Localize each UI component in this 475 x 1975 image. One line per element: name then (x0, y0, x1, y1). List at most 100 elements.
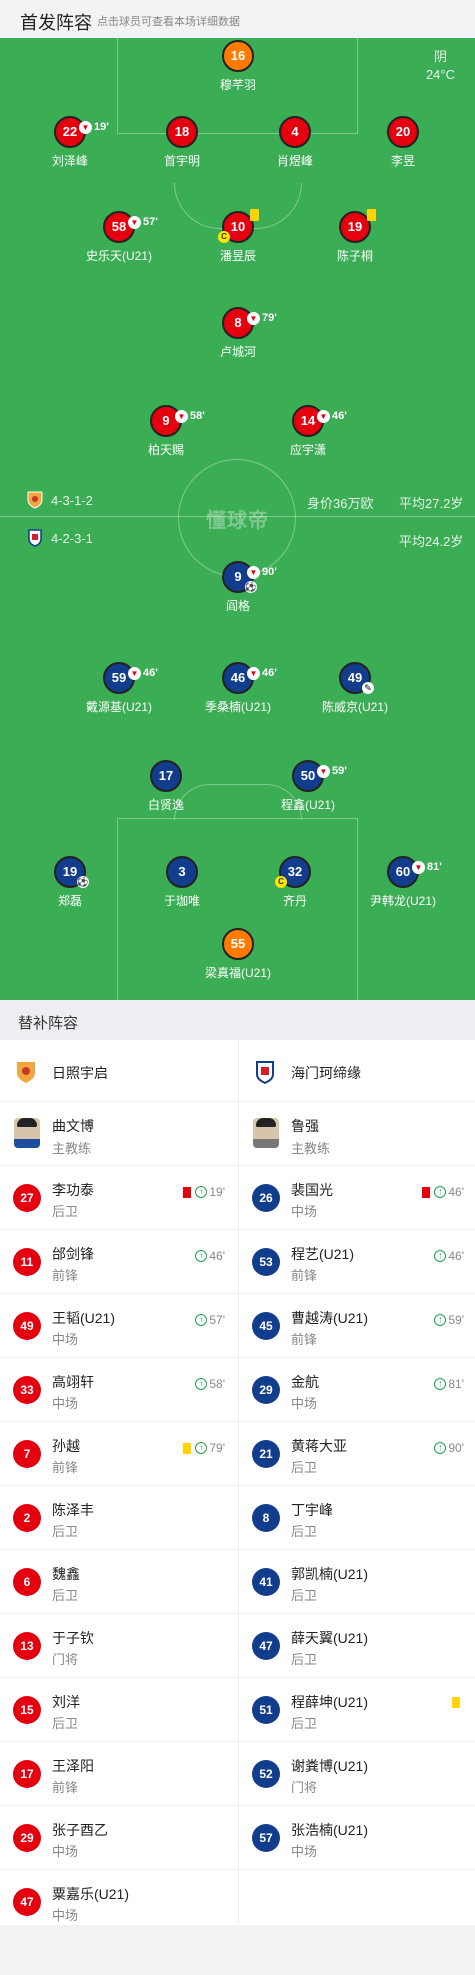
player-name: 季桑楠(U21) (204, 700, 271, 714)
sub-out-icon: ▼ (128, 215, 141, 229)
player-name: 张浩楠(U21) (291, 1822, 369, 1838)
bench-player-row[interactable]: 53 程艺(U21) 前锋 ↑ 46' (239, 1230, 475, 1294)
bench-player-row[interactable]: 13 于子钦 门将 (0, 1614, 237, 1678)
player-events: ↑ 59' (434, 1313, 464, 1327)
player-number: 41 (252, 1568, 280, 1596)
page-subtitle: 点击球员可查看本场详细数据 (97, 16, 240, 28)
pitch-player[interactable]: 14 ▼ 46' 应宇潇 (253, 405, 363, 458)
player-position: 后卫 (52, 1524, 79, 1539)
pitch-player[interactable]: 58 ▼ 57' 史乐天(U21) (64, 211, 174, 264)
bench-player-row[interactable]: 7 孙越 前锋 ↑ 79' (0, 1422, 237, 1486)
player-number: 57 (252, 1824, 280, 1852)
bench-player-row[interactable]: 45 曹越涛(U21) 前锋 ↑ 59' (239, 1294, 475, 1358)
bench-player-row[interactable]: 21 黄蒋大亚 后卫 ↑ 90' (239, 1422, 475, 1486)
away-formation: 4-2-3-1 (51, 531, 93, 546)
bench-player-row[interactable]: 17 王泽阳 前锋 (0, 1742, 237, 1806)
bench-player-row[interactable]: 2 陈泽丰 后卫 (0, 1486, 237, 1550)
player-name: 裴国光 (291, 1182, 333, 1198)
bench-player-row[interactable]: 51 程薛坤(U21) 后卫 (239, 1678, 475, 1742)
pitch-player[interactable]: 50 ▼ 59' 程鑫(U21) (253, 760, 363, 813)
player-number: 14 ▼ 46' (292, 405, 347, 437)
player-position: 中场 (52, 1908, 79, 1923)
pitch-player[interactable]: 17 白贤逸 (111, 760, 221, 813)
pitch-player[interactable]: 22 ▼ 19' 刘泽峰 (15, 116, 125, 169)
bench-player-row[interactable]: 52 谢粪博(U21) 门将 (239, 1742, 475, 1806)
pitch-player[interactable]: 20 李昱 (348, 116, 458, 169)
bench-player-row[interactable]: 29 金航 中场 ↑ 81' (239, 1358, 475, 1422)
player-name: 郑磊 (57, 894, 82, 908)
yellow-card-icon (183, 1442, 192, 1454)
pitch-player[interactable]: 55 梁真福(U21) (183, 928, 293, 981)
player-events: ↑ 19' (183, 1185, 225, 1199)
player-position: 中场 (52, 1396, 79, 1411)
pitch-player[interactable]: 49 ✎ 陈威京(U21) (300, 662, 410, 715)
yellow-card-icon (250, 209, 259, 221)
player-name: 陈子桐 (336, 249, 373, 263)
coach-avatar (253, 1118, 279, 1148)
player-number: 7 (13, 1440, 41, 1468)
pitch-player[interactable]: 3 于珈唯 (127, 856, 237, 909)
pitch-player[interactable]: 19 ⚽ 郑磊 (15, 856, 125, 909)
sub-out-icon: ▼ (412, 860, 425, 874)
bench-player-row[interactable]: 15 刘洋 后卫 (0, 1678, 237, 1742)
bench-player-row[interactable]: 57 张浩楠(U21) 中场 (239, 1806, 475, 1870)
pitch-player[interactable]: 46 ▼ 46' 季桑楠(U21) (183, 662, 293, 715)
bench-player-row[interactable]: 11 邰剑锋 前锋 ↑ 46' (0, 1230, 237, 1294)
substitution: ▼ 81' (412, 853, 442, 881)
pitch-player[interactable]: 19 陈子桐 (300, 209, 410, 264)
bench-player-row[interactable]: 41 郭凯楠(U21) 后卫 (239, 1550, 475, 1614)
bench-player-row[interactable]: 49 王韬(U21) 中场 ↑ 57' (0, 1294, 237, 1358)
player-number: 4 (279, 116, 311, 148)
pitch-player[interactable]: 8 ▼ 79' 卢城河 (183, 307, 293, 360)
sub-out-icon: ▼ (247, 666, 260, 680)
pitch-player[interactable]: 4 肖煜峰 (240, 116, 350, 169)
captain-badge: C (218, 231, 230, 243)
player-position: 中场 (291, 1396, 318, 1411)
player-name: 戴源基(U21) (85, 700, 152, 714)
player-events: ↑ 90' (434, 1441, 464, 1455)
bench-player-row[interactable]: 47 薛天翼(U21) 后卫 (239, 1614, 475, 1678)
bench-player-row[interactable]: 6 魏鑫 后卫 (0, 1550, 237, 1614)
player-name: 薛天翼(U21) (291, 1630, 369, 1646)
bench-player-row[interactable]: 8 丁宇峰 后卫 (239, 1486, 475, 1550)
player-number: 29 (252, 1376, 280, 1404)
away-coach-row[interactable]: 鲁强 主教练 (239, 1102, 475, 1166)
bench-player-row[interactable]: 29 张子酉乙 中场 (0, 1806, 237, 1870)
away-bench-column: 海门珂缔缘 鲁强 主教练 26 裴国光 中场 ↑ 46' 53 程艺(U21) 前锋 ↑ 46' 4… (238, 1040, 475, 1925)
player-position: 中场 (291, 1204, 318, 1219)
home-team-row[interactable]: 日照宇启 (0, 1040, 237, 1102)
player-number: 49 (13, 1312, 41, 1340)
pitch-player[interactable]: 9 ▼ 90' ⚽ 阎格 (183, 561, 293, 614)
pitch-player[interactable]: 18 首宇明 (127, 116, 237, 169)
player-number: 33 (13, 1376, 41, 1404)
red-card-icon (183, 1186, 192, 1198)
player-events: ↑ 46' (422, 1185, 464, 1199)
home-coach-row[interactable]: 曲文博 主教练 (0, 1102, 237, 1166)
bench-player-row[interactable]: 27 李功泰 后卫 ↑ 19' (0, 1166, 237, 1230)
away-team-row[interactable]: 海门珂缔缘 (239, 1040, 475, 1102)
sub-in-icon: ↑ (434, 1442, 447, 1454)
player-position: 后卫 (52, 1204, 79, 1219)
pitch-player[interactable]: 10 C 潘昱辰 (183, 209, 293, 264)
player-number: 13 (13, 1632, 41, 1660)
pitch-player[interactable]: 9 ▼ 58' 柏天赐 (111, 405, 221, 458)
bench-player-row[interactable]: 26 裴国光 中场 ↑ 46' (239, 1166, 475, 1230)
away-avg-age: 平均24.2岁 (399, 534, 464, 549)
player-number: 2 (13, 1504, 41, 1532)
pitch-player[interactable]: 32 C 齐丹 (240, 856, 350, 909)
player-number: 10 C (218, 209, 259, 243)
substitution: ▼ 46' (247, 659, 277, 687)
player-number: 53 (252, 1248, 280, 1276)
player-name: 粟嘉乐(U21) (52, 1886, 130, 1902)
pitch-player[interactable]: 60 ▼ 81' 尹韩龙(U21) (348, 856, 458, 909)
pitch-player[interactable]: 59 ▼ 46' 戴源基(U21) (64, 662, 174, 715)
player-number: 20 (387, 116, 419, 148)
player-events (452, 1697, 464, 1708)
player-events: ↑ 58' (195, 1377, 225, 1391)
bench-player-row[interactable]: 33 高翊轩 中场 ↑ 58' (0, 1358, 237, 1422)
player-number: 32 C (275, 856, 311, 888)
sub-in-icon: ↑ (195, 1442, 208, 1454)
player-name: 首宇明 (163, 154, 200, 168)
pitch-player[interactable]: 16 穆芊羽 (183, 40, 293, 93)
player-position: 门将 (52, 1652, 79, 1667)
